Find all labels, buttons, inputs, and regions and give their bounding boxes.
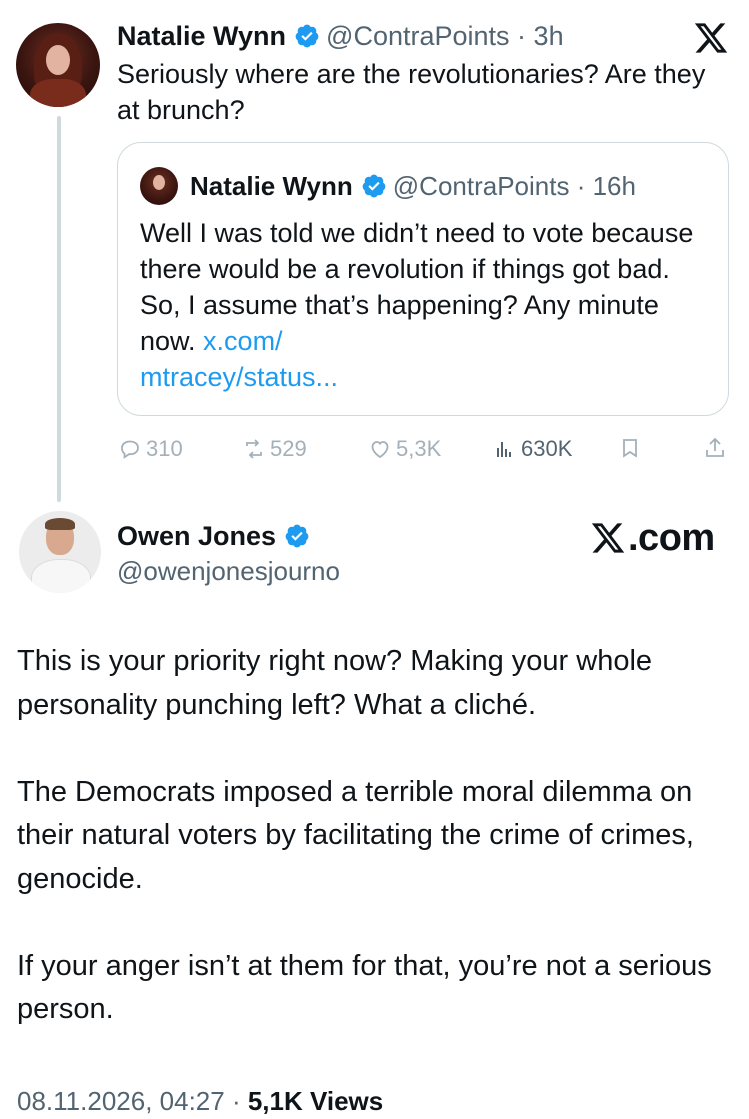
bookmark-action[interactable] xyxy=(618,436,642,460)
like-count: 5,3K xyxy=(396,436,442,461)
views-count: 630K xyxy=(521,436,573,461)
separator-dot: · xyxy=(569,171,593,201)
quoted-tweet-text: Well I was told we didn’t need to vote b… xyxy=(140,215,700,395)
repost-count: 529 xyxy=(270,436,307,461)
author-handle[interactable]: @owenjonesjourno xyxy=(117,553,340,589)
x-logo-icon xyxy=(694,23,728,53)
like-icon xyxy=(371,441,389,459)
share-icon xyxy=(706,437,724,457)
tweet-views: 5,1K Views xyxy=(247,1086,384,1116)
quoted-avatar xyxy=(140,167,178,205)
reply-count: 310 xyxy=(146,436,183,461)
separator-dot: · xyxy=(231,1086,248,1116)
verified-badge-icon xyxy=(295,24,319,48)
like-action[interactable]: 5,3K xyxy=(368,436,441,462)
reply-tweet-actions: 310 529 5,3K 630K xyxy=(118,436,730,468)
tweet-time[interactable]: 3h xyxy=(534,18,564,54)
separator-dot: · xyxy=(509,21,534,51)
views-action[interactable]: 630K xyxy=(493,436,572,462)
tweet-footer-meta: 08.11.2026, 04:27 · 5,1K Views xyxy=(17,1083,732,1119)
tweet-paragraph: If your anger isn’t at them for that, yo… xyxy=(17,949,712,1026)
main-tweet-text: This is your priority right now? Making … xyxy=(17,640,732,1032)
views-icon xyxy=(497,442,511,457)
author-name[interactable]: Owen Jones xyxy=(117,518,276,554)
reply-icon xyxy=(121,440,139,459)
main-tweet-header: Owen Jones xyxy=(117,518,316,554)
tweet-timestamp: 08.11.2026, 04:27 xyxy=(17,1086,225,1116)
verified-badge-icon xyxy=(362,174,386,198)
quoted-tweet-header: Natalie Wynn @ContraPoints · 16h xyxy=(190,168,636,204)
bookmark-icon xyxy=(623,439,637,458)
brand-text: .com xyxy=(628,516,715,559)
quoted-tweet-card[interactable]: Natalie Wynn @ContraPoints · 16h Well I … xyxy=(117,142,729,416)
quoted-author-handle: @ContraPoints xyxy=(392,171,570,201)
quoted-tweet-time: 16h xyxy=(592,171,636,201)
x-logo-icon xyxy=(591,523,625,553)
reply-action[interactable]: 310 xyxy=(118,436,183,462)
author-handle[interactable]: @ContraPoints xyxy=(326,18,510,54)
author-name[interactable]: Natalie Wynn xyxy=(117,18,286,54)
reply-tweet-text: Seriously where are the revolutionaries?… xyxy=(117,59,706,125)
thread-connector-line xyxy=(57,116,61,502)
reply-tweet-header: Natalie Wynn @ContraPoints · 3h xyxy=(117,18,564,54)
tweet-paragraph: This is your priority right now? Making … xyxy=(17,645,653,721)
x-brand-watermark: .com xyxy=(590,516,715,560)
quoted-author-name: Natalie Wynn xyxy=(190,171,353,201)
share-action[interactable] xyxy=(703,436,727,460)
tweet-paragraph: The Democrats imposed a terrible moral d… xyxy=(17,775,694,895)
verified-badge-icon xyxy=(285,524,309,548)
repost-icon xyxy=(246,439,262,459)
repost-action[interactable]: 529 xyxy=(242,436,307,462)
avatar-natalie-wynn[interactable] xyxy=(16,23,100,107)
avatar-owen-jones[interactable] xyxy=(19,511,101,593)
